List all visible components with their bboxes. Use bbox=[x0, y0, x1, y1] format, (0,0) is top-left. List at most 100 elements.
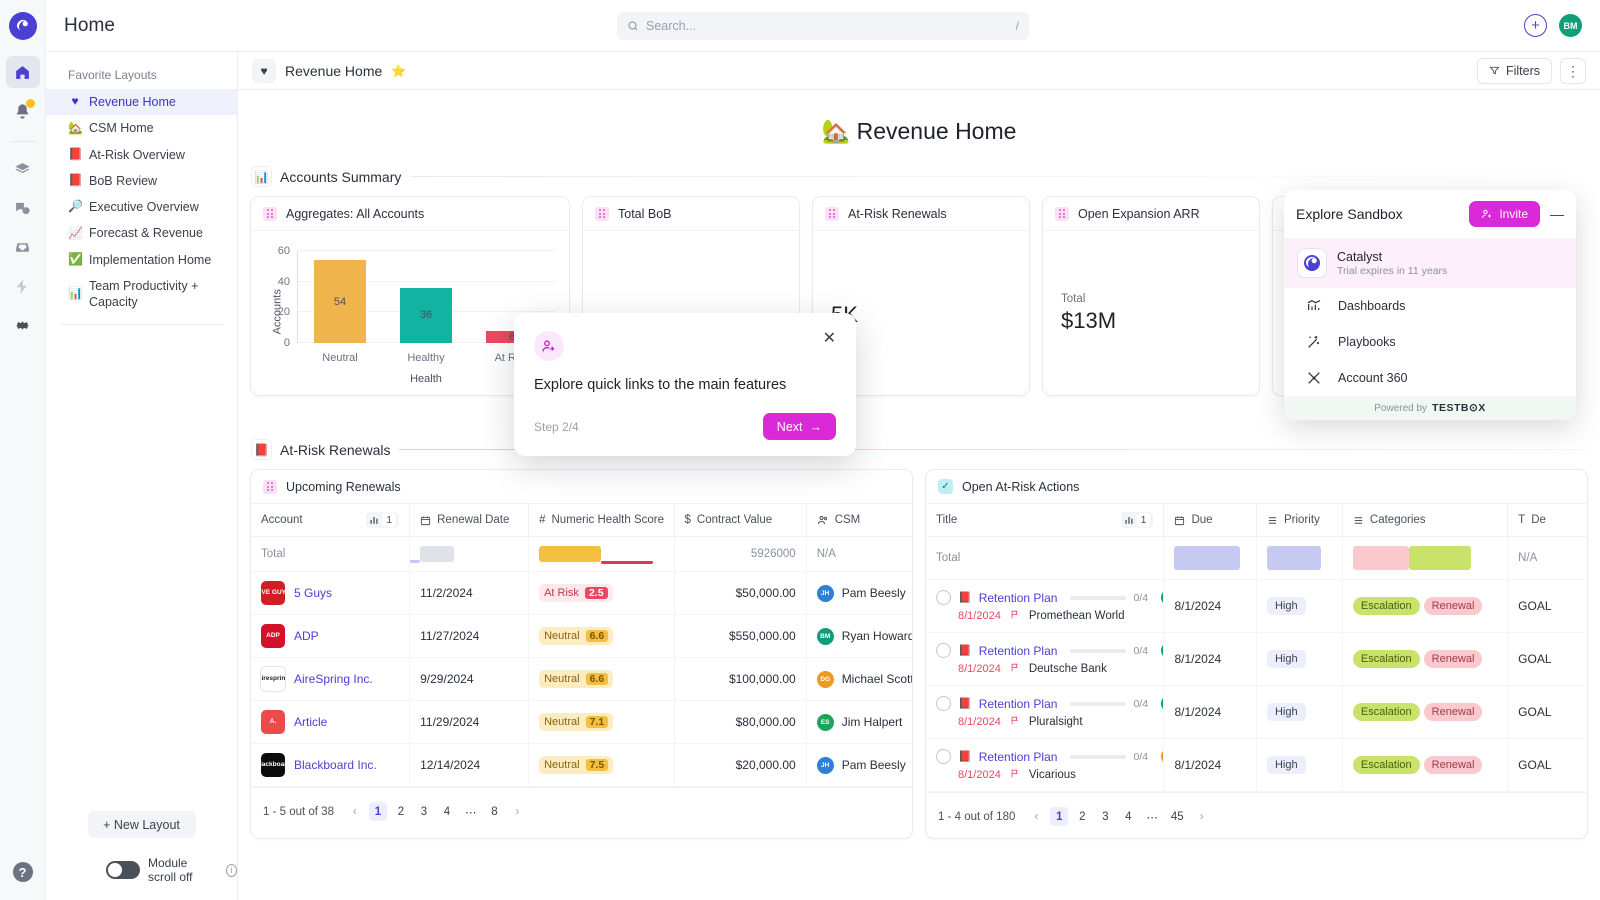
column-header-csm[interactable]: CSM bbox=[806, 504, 912, 537]
column-header-categories[interactable]: Categories bbox=[1342, 504, 1509, 537]
table-row[interactable]: 📕Retention Plan0/4BM8/1/2024Pluralsight8… bbox=[926, 685, 1587, 739]
sandbox-item-playbooks[interactable]: Playbooks bbox=[1284, 324, 1576, 360]
rail-item-layers[interactable] bbox=[6, 153, 40, 185]
task-link[interactable]: Retention Plan bbox=[979, 644, 1058, 658]
invite-button[interactable]: Invite bbox=[1469, 201, 1540, 227]
pager-next[interactable]: › bbox=[508, 802, 526, 821]
sandbox-item-dashboards[interactable]: Dashboards bbox=[1284, 288, 1576, 324]
task-link[interactable]: Retention Plan bbox=[979, 591, 1058, 605]
sidebar-item-at-risk-overview[interactable]: 📕 At-Risk Overview bbox=[46, 142, 237, 168]
search-input[interactable] bbox=[646, 18, 1010, 33]
pager-page-4[interactable]: 4 bbox=[438, 802, 456, 821]
drag-handle-icon[interactable] bbox=[595, 206, 609, 221]
modal-close-button[interactable]: ✕ bbox=[823, 331, 836, 347]
account-link[interactable]: Blackboard Inc. bbox=[294, 758, 377, 772]
star-icon[interactable]: ⭐ bbox=[391, 64, 406, 78]
column-header-title[interactable]: Title 1 bbox=[926, 504, 1165, 537]
new-layout-button[interactable]: + New Layout bbox=[87, 811, 196, 838]
rail-item-notifications[interactable] bbox=[6, 95, 40, 127]
info-icon[interactable]: i bbox=[226, 863, 237, 877]
account-link[interactable]: ADP bbox=[294, 629, 319, 643]
complete-task-radio[interactable] bbox=[936, 696, 951, 711]
rail-item-home[interactable] bbox=[5, 56, 40, 88]
pager-prev[interactable]: ‹ bbox=[346, 802, 364, 821]
rail-item-inbox[interactable] bbox=[6, 231, 40, 263]
sandbox-product[interactable]: Catalyst Trial expires in 11 years bbox=[1284, 238, 1576, 288]
sidebar-item-bob-review[interactable]: 📕 BoB Review bbox=[46, 168, 237, 194]
account-link[interactable]: Article bbox=[294, 715, 327, 729]
task-icon: 📕 bbox=[958, 751, 972, 763]
account-link[interactable]: AireSpring Inc. bbox=[294, 672, 373, 686]
drag-handle-icon[interactable] bbox=[825, 206, 839, 221]
account-link[interactable]: 5 Guys bbox=[294, 586, 332, 600]
column-header-account[interactable]: Account 1 bbox=[251, 504, 411, 537]
more-options-button[interactable]: ⋮ bbox=[1560, 57, 1586, 84]
sidebar-item-team-productivity-capacity[interactable]: 📊 Team Productivity + Capacity bbox=[46, 273, 237, 316]
modal-next-button[interactable]: Next → bbox=[762, 413, 836, 440]
column-header-due[interactable]: Due bbox=[1163, 504, 1257, 537]
table-row[interactable]: A. Article 11/29/2024 Neutral 7.1 $80,000.00 E… bbox=[251, 700, 912, 744]
pager-ellipsis[interactable]: ⋯ bbox=[1142, 807, 1162, 826]
complete-task-radio[interactable] bbox=[936, 643, 951, 658]
product-name: Catalyst bbox=[1337, 249, 1383, 264]
sidebar-item-executive-overview[interactable]: 🔎 Executive Overview bbox=[46, 194, 237, 220]
table-row[interactable]: ADP ADP 11/27/2024 Neutral 6.6 $550,000.00 BM R… bbox=[251, 614, 912, 658]
table-row[interactable]: FIVE GUYS 5 Guys 11/2/2024 At Risk 2.5 $50,00… bbox=[251, 571, 912, 615]
minimize-button[interactable]: — bbox=[1550, 207, 1564, 221]
chart-bar[interactable]: 36 bbox=[400, 287, 452, 343]
column-header-renewal-date[interactable]: Renewal Date bbox=[409, 504, 530, 537]
pager-page-2[interactable]: 2 bbox=[392, 802, 410, 821]
pager-page-3[interactable]: 3 bbox=[1096, 807, 1114, 826]
table-row[interactable]: Blackboard Blackboard Inc. 12/14/2024 Neutr… bbox=[251, 743, 912, 787]
sandbox-item-account-360[interactable]: Account 360 bbox=[1284, 360, 1576, 396]
health-score-badge: At Risk 2.5 bbox=[539, 584, 613, 602]
pager-page-4[interactable]: 4 bbox=[1119, 807, 1137, 826]
pager-prev[interactable]: ‹ bbox=[1027, 807, 1045, 826]
heart-icon: ♥ bbox=[252, 58, 276, 83]
filters-button[interactable]: Filters bbox=[1476, 57, 1552, 84]
column-header-numeric-health-score[interactable]: # Numeric Health Score bbox=[528, 504, 675, 537]
rail-item-settings[interactable] bbox=[6, 309, 40, 341]
task-link[interactable]: Retention Plan bbox=[979, 750, 1058, 764]
table-row[interactable]: 📕Retention Plan0/4BM8/1/2024Deutsche Ban… bbox=[926, 632, 1587, 686]
help-button[interactable]: ? bbox=[12, 862, 33, 882]
pager-page-45[interactable]: 45 bbox=[1167, 807, 1188, 826]
user-avatar[interactable]: BM bbox=[1559, 14, 1582, 37]
pager-page-3[interactable]: 3 bbox=[415, 802, 433, 821]
sidebar-item-csm-home[interactable]: 🏡 CSM Home bbox=[46, 115, 237, 141]
pager-page-1[interactable]: 1 bbox=[1050, 807, 1069, 826]
complete-task-radio[interactable] bbox=[936, 749, 951, 764]
pager-page-8[interactable]: 8 bbox=[485, 802, 503, 821]
drag-handle-icon[interactable] bbox=[263, 206, 277, 221]
sidebar-item-revenue-home[interactable]: ♥ Revenue Home bbox=[46, 89, 237, 116]
chart-bar[interactable]: 54 bbox=[314, 260, 366, 343]
checkbox-icon[interactable]: ✓ bbox=[938, 479, 953, 494]
column-header-priority[interactable]: Priority bbox=[1256, 504, 1343, 537]
avatar: BM bbox=[816, 627, 834, 645]
column-chart-badge[interactable]: 1 bbox=[1120, 512, 1154, 528]
top-bar: Home / + BM bbox=[46, 0, 1600, 52]
sidebar-item-implementation-home[interactable]: ✅ Implementation Home bbox=[46, 247, 237, 273]
pager-page-2[interactable]: 2 bbox=[1073, 807, 1091, 826]
drag-handle-icon[interactable] bbox=[263, 479, 277, 494]
drag-handle-icon[interactable] bbox=[1055, 206, 1069, 221]
rail-item-automation[interactable] bbox=[6, 270, 40, 302]
search-box[interactable]: / bbox=[617, 11, 1029, 40]
table-row[interactable]: 📕Retention Plan0/4BM8/1/2024Promethean W… bbox=[926, 579, 1587, 633]
rail-item-chat[interactable] bbox=[6, 192, 40, 224]
create-button[interactable]: + bbox=[1524, 14, 1547, 37]
pager-ellipsis[interactable]: ⋯ bbox=[461, 802, 481, 821]
pager-page-1[interactable]: 1 bbox=[368, 802, 387, 821]
sidebar-item-forecast-revenue[interactable]: 📈 Forecast & Revenue bbox=[46, 220, 237, 246]
module-scroll-toggle[interactable] bbox=[106, 861, 140, 879]
task-link[interactable]: Retention Plan bbox=[979, 697, 1058, 711]
pager-next[interactable]: › bbox=[1193, 807, 1211, 826]
complete-task-radio[interactable] bbox=[936, 590, 951, 605]
column-chart-badge[interactable]: 1 bbox=[366, 512, 400, 528]
table-row[interactable]: Airespring AireSpring Inc. 9/29/2024 Neutra… bbox=[251, 657, 912, 701]
next-label: Next bbox=[776, 419, 803, 434]
avatar: JH bbox=[816, 756, 834, 774]
column-header-contract-value[interactable]: $ Contract Value bbox=[674, 504, 807, 537]
table-row[interactable]: 📕Retention Plan0/4DG8/1/2024Vicarious8/1… bbox=[926, 738, 1587, 792]
column-header-de[interactable]: T De bbox=[1507, 504, 1587, 537]
